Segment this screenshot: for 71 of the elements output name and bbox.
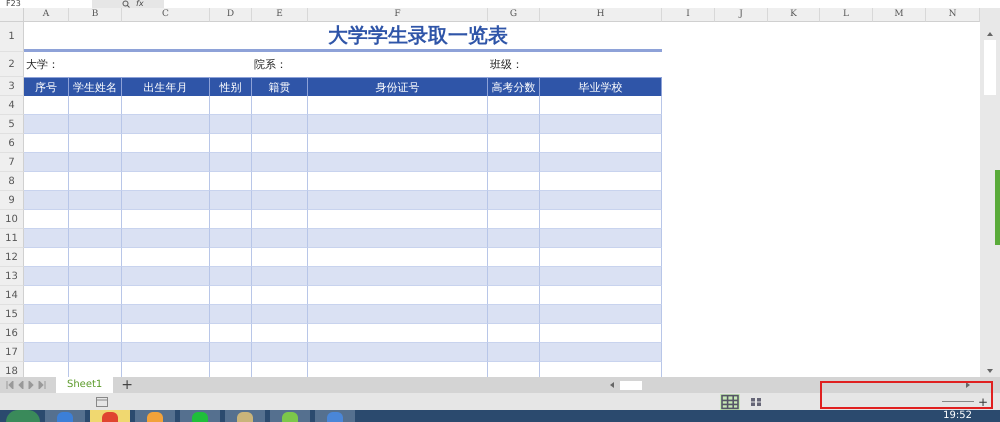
table-header-cell: 毕业学校 bbox=[540, 77, 662, 96]
table-header-cell: 高考分数 bbox=[488, 77, 540, 96]
table-header-cell: 性别 bbox=[210, 77, 252, 96]
field-label: 大学： bbox=[26, 57, 59, 72]
column-header[interactable]: M bbox=[873, 8, 926, 22]
taskbar-app-icon[interactable] bbox=[270, 410, 310, 422]
scroll-up-icon[interactable] bbox=[987, 32, 993, 36]
sheet-tab[interactable]: Sheet1 bbox=[56, 377, 114, 393]
table-header-cell: 学生姓名 bbox=[69, 77, 122, 96]
row-number[interactable]: 7 bbox=[0, 153, 24, 172]
row-number[interactable]: 5 bbox=[0, 115, 24, 134]
table-header-cell: 身份证号 bbox=[308, 77, 488, 96]
row-number[interactable]: 2 bbox=[0, 52, 24, 77]
scroll-right-icon[interactable] bbox=[966, 382, 970, 388]
row-number[interactable]: 14 bbox=[0, 286, 24, 305]
row-number[interactable]: 11 bbox=[0, 229, 24, 248]
row-number[interactable]: 8 bbox=[0, 172, 24, 191]
column-header[interactable]: H bbox=[540, 8, 662, 22]
column-header[interactable]: K bbox=[768, 8, 820, 22]
taskbar-app-icon[interactable] bbox=[90, 410, 130, 422]
taskbar-app-icon[interactable] bbox=[225, 410, 265, 422]
search-icon[interactable] bbox=[122, 0, 130, 8]
row-number[interactable]: 6 bbox=[0, 134, 24, 153]
taskbar-app-icon[interactable] bbox=[135, 410, 175, 422]
column-header[interactable]: D bbox=[210, 8, 252, 22]
taskbar-app-icon[interactable] bbox=[180, 410, 220, 422]
column-header[interactable]: E bbox=[252, 8, 308, 22]
normal-view-icon[interactable] bbox=[720, 394, 740, 410]
select-all-corner[interactable] bbox=[0, 8, 24, 22]
field-label: 班级： bbox=[490, 57, 523, 72]
row-number[interactable]: 15 bbox=[0, 305, 24, 324]
name-box[interactable]: F23 bbox=[0, 0, 92, 8]
column-header[interactable]: I bbox=[662, 8, 715, 22]
column-header[interactable]: F bbox=[308, 8, 488, 22]
row-number[interactable]: 1 bbox=[0, 22, 24, 52]
field-label: 院系： bbox=[254, 57, 287, 72]
table-header-cell: 出生年月 bbox=[122, 77, 210, 96]
row-number[interactable]: 9 bbox=[0, 191, 24, 210]
row-number[interactable]: 3 bbox=[0, 77, 24, 96]
zoom-in-button[interactable]: + bbox=[974, 396, 992, 408]
column-header[interactable]: L bbox=[820, 8, 873, 22]
row-number[interactable]: 17 bbox=[0, 343, 24, 362]
scroll-down-icon[interactable] bbox=[987, 369, 993, 373]
sheet-navigation-icon[interactable] bbox=[6, 381, 46, 389]
column-header[interactable]: N bbox=[926, 8, 980, 22]
column-header[interactable]: G bbox=[488, 8, 540, 22]
row-number[interactable]: 13 bbox=[0, 267, 24, 286]
row-number[interactable]: 12 bbox=[0, 248, 24, 267]
side-panel-handle[interactable] bbox=[995, 170, 1000, 245]
column-header[interactable]: A bbox=[24, 8, 69, 22]
page-layout-icon[interactable] bbox=[750, 396, 762, 406]
vertical-scrollbar[interactable] bbox=[980, 8, 1000, 377]
row-number[interactable]: 10 bbox=[0, 210, 24, 229]
status-icon[interactable] bbox=[96, 396, 108, 406]
start-button[interactable] bbox=[6, 410, 40, 422]
row-number[interactable]: 4 bbox=[0, 96, 24, 115]
sheet-title: 大学学生录取一览表 bbox=[24, 22, 662, 52]
scroll-thumb[interactable] bbox=[620, 380, 642, 390]
column-header[interactable]: C bbox=[122, 8, 210, 22]
table-header-cell: 序号 bbox=[24, 77, 69, 96]
row-number[interactable]: 16 bbox=[0, 324, 24, 343]
add-sheet-button[interactable]: + bbox=[117, 378, 138, 392]
clock: 19:52 bbox=[943, 410, 972, 422]
function-label[interactable]: fx bbox=[136, 0, 144, 8]
taskbar-app-icon[interactable] bbox=[315, 410, 355, 422]
table-header-cell: 籍贯 bbox=[252, 77, 308, 96]
column-header[interactable]: J bbox=[715, 8, 768, 22]
row-number[interactable]: 18 bbox=[0, 362, 24, 377]
column-header[interactable]: B bbox=[69, 8, 122, 22]
scroll-left-icon[interactable] bbox=[610, 382, 614, 388]
taskbar-app-icon[interactable] bbox=[45, 410, 85, 422]
